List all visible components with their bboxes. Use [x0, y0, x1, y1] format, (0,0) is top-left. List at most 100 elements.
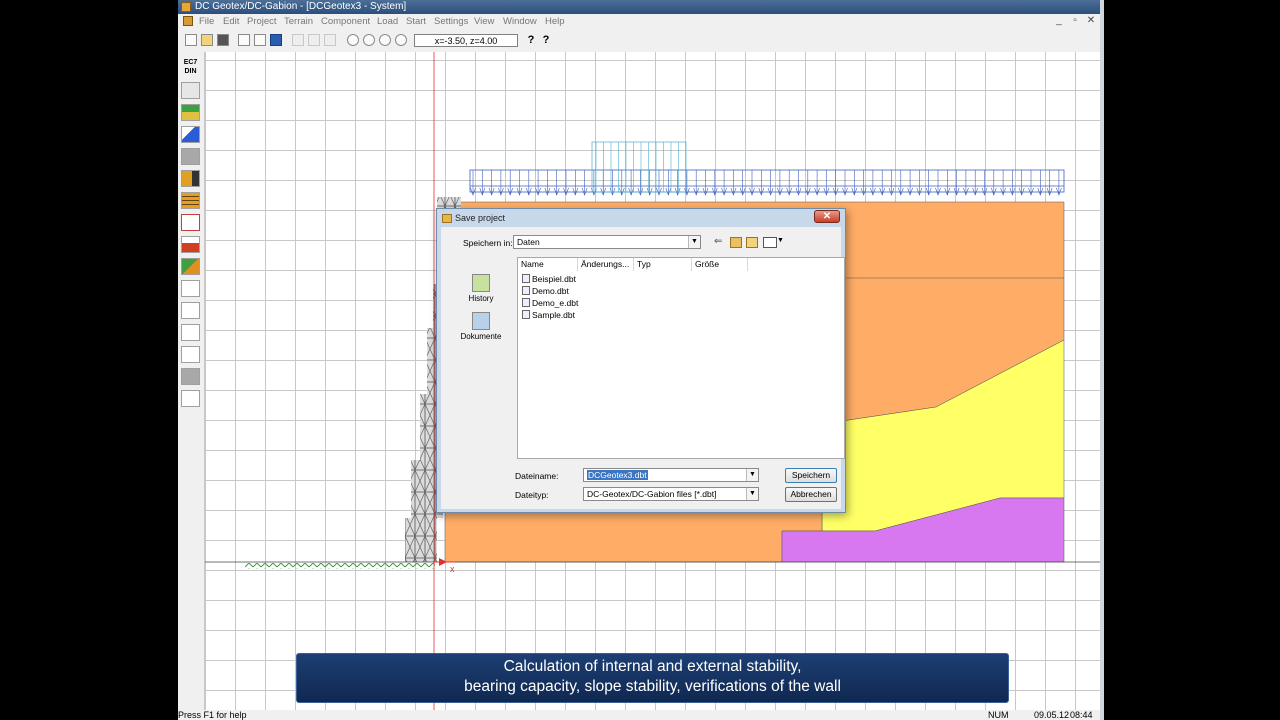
chevron-down-icon[interactable]: ▼	[688, 236, 700, 248]
column-type[interactable]: Typ	[634, 258, 692, 271]
print-icon[interactable]	[238, 34, 250, 46]
place-history[interactable]: History	[449, 274, 513, 303]
file-icon	[522, 286, 530, 295]
window-title: DC Geotex/DC-Gabion - [DCGeotex3 - Syste…	[195, 1, 407, 12]
place-documents[interactable]: Dokumente	[449, 312, 513, 341]
column-size[interactable]: Größe	[692, 258, 748, 271]
menu-bar: File Edit Project Terrain Component Load…	[178, 14, 1100, 29]
word-export-icon[interactable]	[270, 34, 282, 46]
menu-project[interactable]: Project	[247, 14, 277, 29]
open-folder-icon[interactable]	[201, 34, 213, 46]
file-name: Beispiel.dbt	[532, 274, 576, 284]
new-folder-icon[interactable]	[746, 237, 758, 248]
print-preview-icon[interactable]	[254, 34, 266, 46]
desktop-background	[1100, 0, 1280, 720]
list-item[interactable]: Demo.dbt	[522, 286, 569, 297]
menu-edit[interactable]: Edit	[223, 14, 239, 29]
menu-file[interactable]: File	[199, 14, 214, 29]
dialog-title: Save project	[455, 213, 506, 223]
status-date: 09.05.12	[1034, 710, 1070, 720]
filetype-value: DC-Geotex/DC-Gabion files [*.dbt]	[587, 489, 717, 499]
copy-icon[interactable]	[308, 34, 320, 46]
paste-icon[interactable]	[324, 34, 336, 46]
slope-icon[interactable]	[181, 258, 200, 275]
context-help-icon[interactable]: ?	[540, 34, 552, 46]
file-name: Sample.dbt	[532, 310, 575, 320]
wall-block-icon[interactable]	[181, 148, 200, 165]
zoom-out-icon[interactable]	[379, 34, 391, 46]
soil-layers-icon[interactable]	[181, 104, 200, 121]
history-icon	[472, 274, 490, 292]
geotextile-icon[interactable]	[181, 192, 200, 209]
menu-start[interactable]: Start	[406, 14, 426, 29]
result-view-icon[interactable]	[181, 390, 200, 407]
dialog-body: Speichern in: Daten ▼ ⇐ ▼ History Dokume…	[441, 227, 845, 509]
zoom-fit-icon[interactable]	[395, 34, 407, 46]
menu-window[interactable]: Window	[503, 14, 537, 29]
filename-input[interactable]: DCGeotex3.dbt ▼	[583, 468, 759, 482]
point-load-icon[interactable]	[181, 214, 200, 231]
view-menu-chevron-icon[interactable]: ▼	[777, 237, 784, 244]
menu-component[interactable]: Component	[321, 14, 370, 29]
file-icon	[522, 298, 530, 307]
documents-icon	[472, 312, 490, 330]
menu-load[interactable]: Load	[377, 14, 398, 29]
main-toolbar: x=-3.50, z=4.00 ? ?	[178, 29, 1100, 53]
terrain-icon[interactable]	[181, 82, 200, 99]
line-load-icon[interactable]	[181, 236, 200, 253]
save-icon[interactable]	[217, 34, 229, 46]
menu-settings[interactable]: Settings	[434, 14, 468, 29]
origin-x-label: x	[450, 564, 455, 574]
zoom-icon[interactable]	[347, 34, 359, 46]
back-arrow-icon[interactable]: ⇐	[714, 236, 722, 247]
foundation-icon[interactable]	[181, 368, 200, 385]
chevron-down-icon[interactable]: ▼	[746, 469, 758, 481]
title-bar[interactable]: DC Geotex/DC-Gabion - [DCGeotex3 - Syste…	[178, 0, 1100, 14]
look-in-combo[interactable]: Daten ▼	[513, 235, 701, 249]
look-in-label: Speichern in:	[463, 238, 513, 248]
status-time: 08:44	[1070, 710, 1093, 720]
restore-button[interactable]: ▫	[1068, 15, 1082, 27]
column-modified[interactable]: Änderungs...	[578, 258, 634, 271]
video-caption: Calculation of internal and external sta…	[296, 653, 1009, 703]
filename-value: DCGeotex3.dbt	[587, 470, 648, 480]
standard-badge[interactable]: EC7 DIN	[181, 58, 200, 78]
minimize-button[interactable]: _	[1052, 15, 1066, 27]
column-name[interactable]: Name	[518, 258, 578, 271]
file-name: Demo_e.dbt	[532, 298, 579, 308]
save-button[interactable]: Speichern	[785, 468, 837, 483]
document-icon[interactable]	[183, 16, 193, 26]
dialog-close-button[interactable]: ✕	[814, 210, 840, 223]
folder-icon	[442, 214, 452, 223]
report-icon[interactable]	[181, 346, 200, 363]
filename-label: Dateiname:	[515, 471, 559, 481]
list-item[interactable]: Sample.dbt	[522, 310, 575, 321]
anchor-icon[interactable]	[181, 280, 200, 297]
slip-circle-icon[interactable]	[181, 324, 200, 341]
chevron-down-icon[interactable]: ▼	[746, 488, 758, 500]
view-menu-icon[interactable]	[763, 237, 777, 248]
gabion-icon[interactable]	[181, 170, 200, 187]
water-level-icon[interactable]	[181, 126, 200, 143]
menu-help[interactable]: Help	[545, 14, 565, 29]
menu-terrain[interactable]: Terrain	[284, 14, 313, 29]
file-list[interactable]: Name Änderungs... Typ Größe Beispiel.dbt…	[517, 257, 845, 459]
up-folder-icon[interactable]	[730, 237, 742, 248]
list-item[interactable]: Demo_e.dbt	[522, 298, 578, 309]
list-item[interactable]: Beispiel.dbt	[522, 274, 576, 285]
cut-icon[interactable]	[292, 34, 304, 46]
zoom-in-icon[interactable]	[363, 34, 375, 46]
close-button[interactable]: ✕	[1084, 15, 1098, 27]
filetype-select[interactable]: DC-Geotex/DC-Gabion files [*.dbt] ▼	[583, 487, 759, 501]
caption-line-2: bearing capacity, slope stability, verif…	[464, 678, 841, 695]
component-toolbar: EC7 DIN	[178, 52, 205, 710]
sliding-surface-icon[interactable]	[181, 302, 200, 319]
new-file-icon[interactable]	[185, 34, 197, 46]
caption-line-1: Calculation of internal and external sta…	[503, 658, 802, 675]
help-icon[interactable]: ?	[525, 34, 537, 46]
place-history-label: History	[468, 294, 494, 303]
file-icon	[522, 274, 530, 283]
menu-view[interactable]: View	[474, 14, 494, 29]
file-name: Demo.dbt	[532, 286, 569, 296]
cancel-button[interactable]: Abbrechen	[785, 487, 837, 502]
